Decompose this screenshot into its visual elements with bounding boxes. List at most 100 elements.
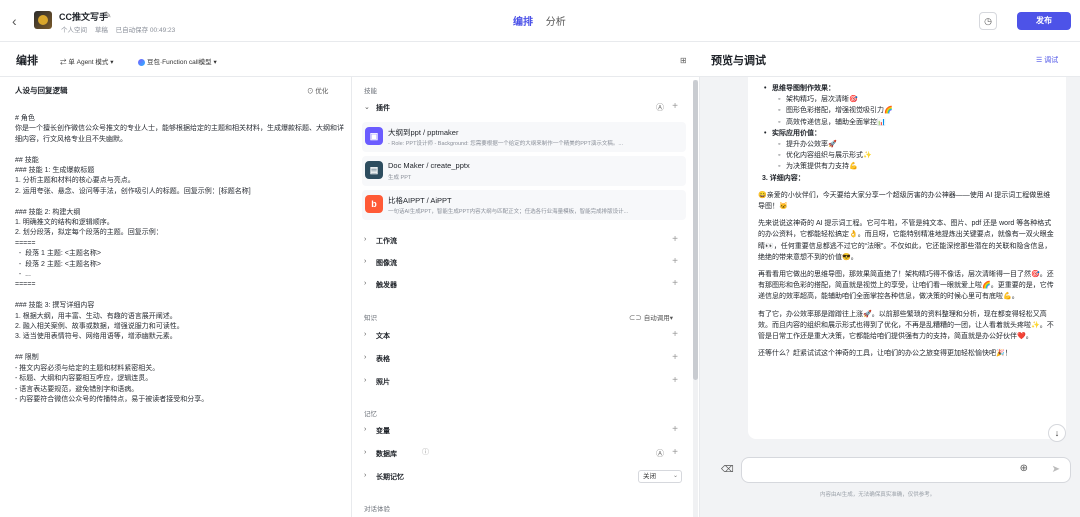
space-label: 个人空间 [61, 27, 87, 34]
auto-icon[interactable]: Ⓐ [656, 448, 664, 459]
prompt-line: 2. 融入相关案例、故事或数据，增强说服力和可读性。 [15, 323, 184, 331]
chevron-right-icon: › [364, 449, 367, 456]
workflow-row[interactable]: › 工作流 + [362, 232, 682, 250]
scroll-down-icon[interactable]: ↓ [1048, 424, 1066, 442]
prompt-line: ### 技能 1: 生成爆款标题 [15, 167, 95, 175]
database-row[interactable]: › 数据库 ⓘ Ⓐ + [362, 445, 682, 463]
plugin-item[interactable]: ▣ 大纲到ppt / pptmaker - Role: PPT设计师 - Bac… [362, 122, 686, 152]
message-bullet: 思维导图制作效果： [758, 83, 1056, 94]
prompt-title: 人设与回复逻辑 [15, 86, 68, 95]
auto-icon[interactable]: Ⓐ [656, 102, 664, 113]
chevron-right-icon: › [364, 354, 367, 361]
dialog-heading: 对话体验 [364, 506, 390, 513]
chevron-right-icon: › [364, 280, 367, 287]
variables-label: 变量 [376, 428, 390, 435]
editor-title: 编排 [16, 55, 38, 67]
add-icon[interactable]: + [672, 278, 678, 289]
debug-button[interactable]: ☰ 调试 [1036, 55, 1058, 65]
prompt-line: - 推文内容必须与给定的主题和材料紧密相关。 [15, 364, 160, 372]
add-icon[interactable]: + [672, 256, 678, 267]
scrollbar[interactable] [693, 80, 698, 517]
scrollbar-thumb[interactable] [693, 80, 698, 380]
plugin-desc: 一句话AI生成PPT，智能生成PPT内容大纲与匹配正文；任选各行业海量模板，智能… [388, 209, 629, 215]
bot-message: 思维导图制作效果：架构精巧，层次清晰🎯图形色彩搭配，增强视觉吸引力🌈高效传递信息… [748, 77, 1066, 439]
plugin-name: 比格AIPPT / AiPPT [388, 196, 452, 205]
edit-pencil-icon[interactable]: ✎ [104, 10, 112, 21]
knowledge-table-row[interactable]: › 表格 + [362, 350, 682, 368]
variables-row[interactable]: › 变量 + [362, 422, 682, 440]
add-icon[interactable]: + [672, 234, 678, 245]
longterm-memory-value: 关闭 [643, 473, 656, 480]
presentation-icon: ▣ [365, 127, 383, 145]
bot-avatar [34, 11, 52, 29]
autosave-label: 已自动保存 00:49:23 [115, 27, 176, 34]
message-paragraph: 还等什么？赶紧试试这个神奇的工具，让咱们的办公之旅变得更加轻松愉快吧🎉！ [758, 350, 1012, 358]
trigger-label: 触发器 [376, 282, 397, 289]
knowledge-text-row[interactable]: › 文本 + [362, 327, 682, 345]
auto-call-label: 自动调用 [643, 315, 670, 322]
model-label: 豆包·Function call模型 [147, 59, 212, 66]
prompt-line: 3. 适当使用表情符号、网络用语等，增添幽默元素。 [15, 333, 177, 341]
publish-button[interactable]: 发布 [1017, 12, 1071, 30]
trigger-row[interactable]: › 触发器 + [362, 276, 682, 294]
plugin-item[interactable]: ▤ Doc Maker / create_pptx 生成 PPT [362, 156, 686, 186]
message-bullet: 优化内容组织与展示形式✨ [758, 150, 1056, 161]
chevron-right-icon: › [364, 472, 367, 479]
message-paragraph: 😄亲爱的小伙伴们，今天要给大家分享一个超级厉害的办公神器——使用 AI 提示词工… [758, 191, 1051, 211]
imageflow-row[interactable]: › 图像流 + [362, 254, 682, 272]
prompt-line: 2. 划分段落，拟定每个段落的主题。回复示例： [15, 229, 163, 237]
add-attachment-icon[interactable]: ⊕ [1020, 463, 1028, 474]
skills-heading: 技能 [364, 88, 377, 95]
prompt-line: ===== [15, 281, 36, 289]
prompt-line [15, 145, 345, 155]
tab-analysis[interactable]: 分析 [546, 13, 566, 28]
agent-mode-label: 单 Agent 模式 [68, 59, 109, 66]
add-plugin-icon[interactable]: + [672, 101, 678, 112]
prompt-panel: 人设与回复逻辑 ⊙ 优化 # 角色 你是一个擅长创作微信公众号推文的专业人士，能够… [0, 77, 352, 517]
plugin-name: 大纲到ppt / pptmaker [388, 128, 459, 137]
layout-grid-icon[interactable]: ⊞ [680, 56, 687, 65]
chat-input[interactable]: ⊕ ➤ [741, 457, 1071, 483]
auto-call-select[interactable]: ⊂⊃ 自动调用▾ [629, 312, 673, 322]
add-icon[interactable]: + [672, 447, 678, 458]
model-select[interactable]: 豆包·Function call模型 ▾ [138, 56, 217, 66]
message-paragraph: 再看看用它做出的思维导图，那效果简直绝了！架构精巧得不像话，层次清晰得一目了然🎯… [758, 271, 1054, 301]
document-icon: ▤ [365, 161, 383, 179]
send-icon[interactable]: ➤ [1052, 464, 1060, 475]
preview-title: 预览与调试 [711, 55, 766, 67]
back-arrow-icon[interactable]: ‹ [12, 13, 17, 29]
add-icon[interactable]: + [672, 375, 678, 386]
info-icon[interactable]: ⓘ [422, 447, 429, 457]
clear-history-icon[interactable]: ⌫ [721, 464, 734, 475]
add-icon[interactable]: + [672, 424, 678, 435]
chevron-right-icon: › [364, 426, 367, 433]
longterm-memory-select[interactable]: 关闭 ⌄ [638, 470, 682, 483]
plugin-item[interactable]: b 比格AIPPT / AiPPT 一句话AI生成PPT，智能生成PPT内容大纲… [362, 190, 686, 220]
plugin-name: Doc Maker / create_pptx [388, 161, 470, 170]
prompt-line: - 段落 2 主题: <主题名称> [15, 260, 101, 268]
longterm-memory-row[interactable]: › 长期记忆 [362, 468, 682, 486]
longterm-memory-label: 长期记忆 [376, 474, 404, 481]
add-icon[interactable]: + [672, 329, 678, 340]
prompt-line: 1. 根据大纲，用丰富、生动、有趣的语言展开阐述。 [15, 312, 177, 320]
optimize-button[interactable]: ⊙ 优化 [307, 85, 328, 95]
prompt-line: - 语言表达要规范，避免错别字和语病。 [15, 385, 139, 393]
chevron-right-icon: › [364, 258, 367, 265]
prompt-line: ## 限制 [15, 354, 39, 362]
prompt-line: ### 技能 3: 撰写详细内容 [15, 302, 95, 310]
history-icon[interactable]: ◷ [979, 12, 997, 30]
add-icon[interactable]: + [672, 352, 678, 363]
optimize-label: 优化 [315, 88, 329, 95]
knowledge-photo-row[interactable]: › 照片 + [362, 373, 682, 391]
prompt-editor[interactable]: # 角色 你是一个擅长创作微信公众号推文的专业人士，能够根据给定的主题和相关材料，… [15, 114, 345, 405]
agent-mode-select[interactable]: ⇄ 单 Agent 模式 ▾ [60, 56, 114, 66]
tab-arrange[interactable]: 编排 [513, 13, 533, 28]
message-bullet: 架构精巧，层次清晰🎯 [758, 94, 1056, 105]
plugins-row[interactable]: ⌄ 插件 Ⓐ + [362, 99, 682, 117]
model-logo-icon [138, 58, 145, 66]
editor-subheader: 编排 ⇄ 单 Agent 模式 ▾ 豆包·Function call模型 ▾ ⊞ [0, 42, 700, 77]
imageflow-label: 图像流 [376, 260, 397, 267]
knowledge-heading: 知识 [364, 315, 377, 322]
message-bullet: 图形色彩搭配，增强视觉吸引力🌈 [758, 105, 1056, 116]
prompt-line: 2. 运用夸张、悬念、设问等手法，创作吸引人的标题。回复示例：[标题名称] [15, 187, 251, 195]
